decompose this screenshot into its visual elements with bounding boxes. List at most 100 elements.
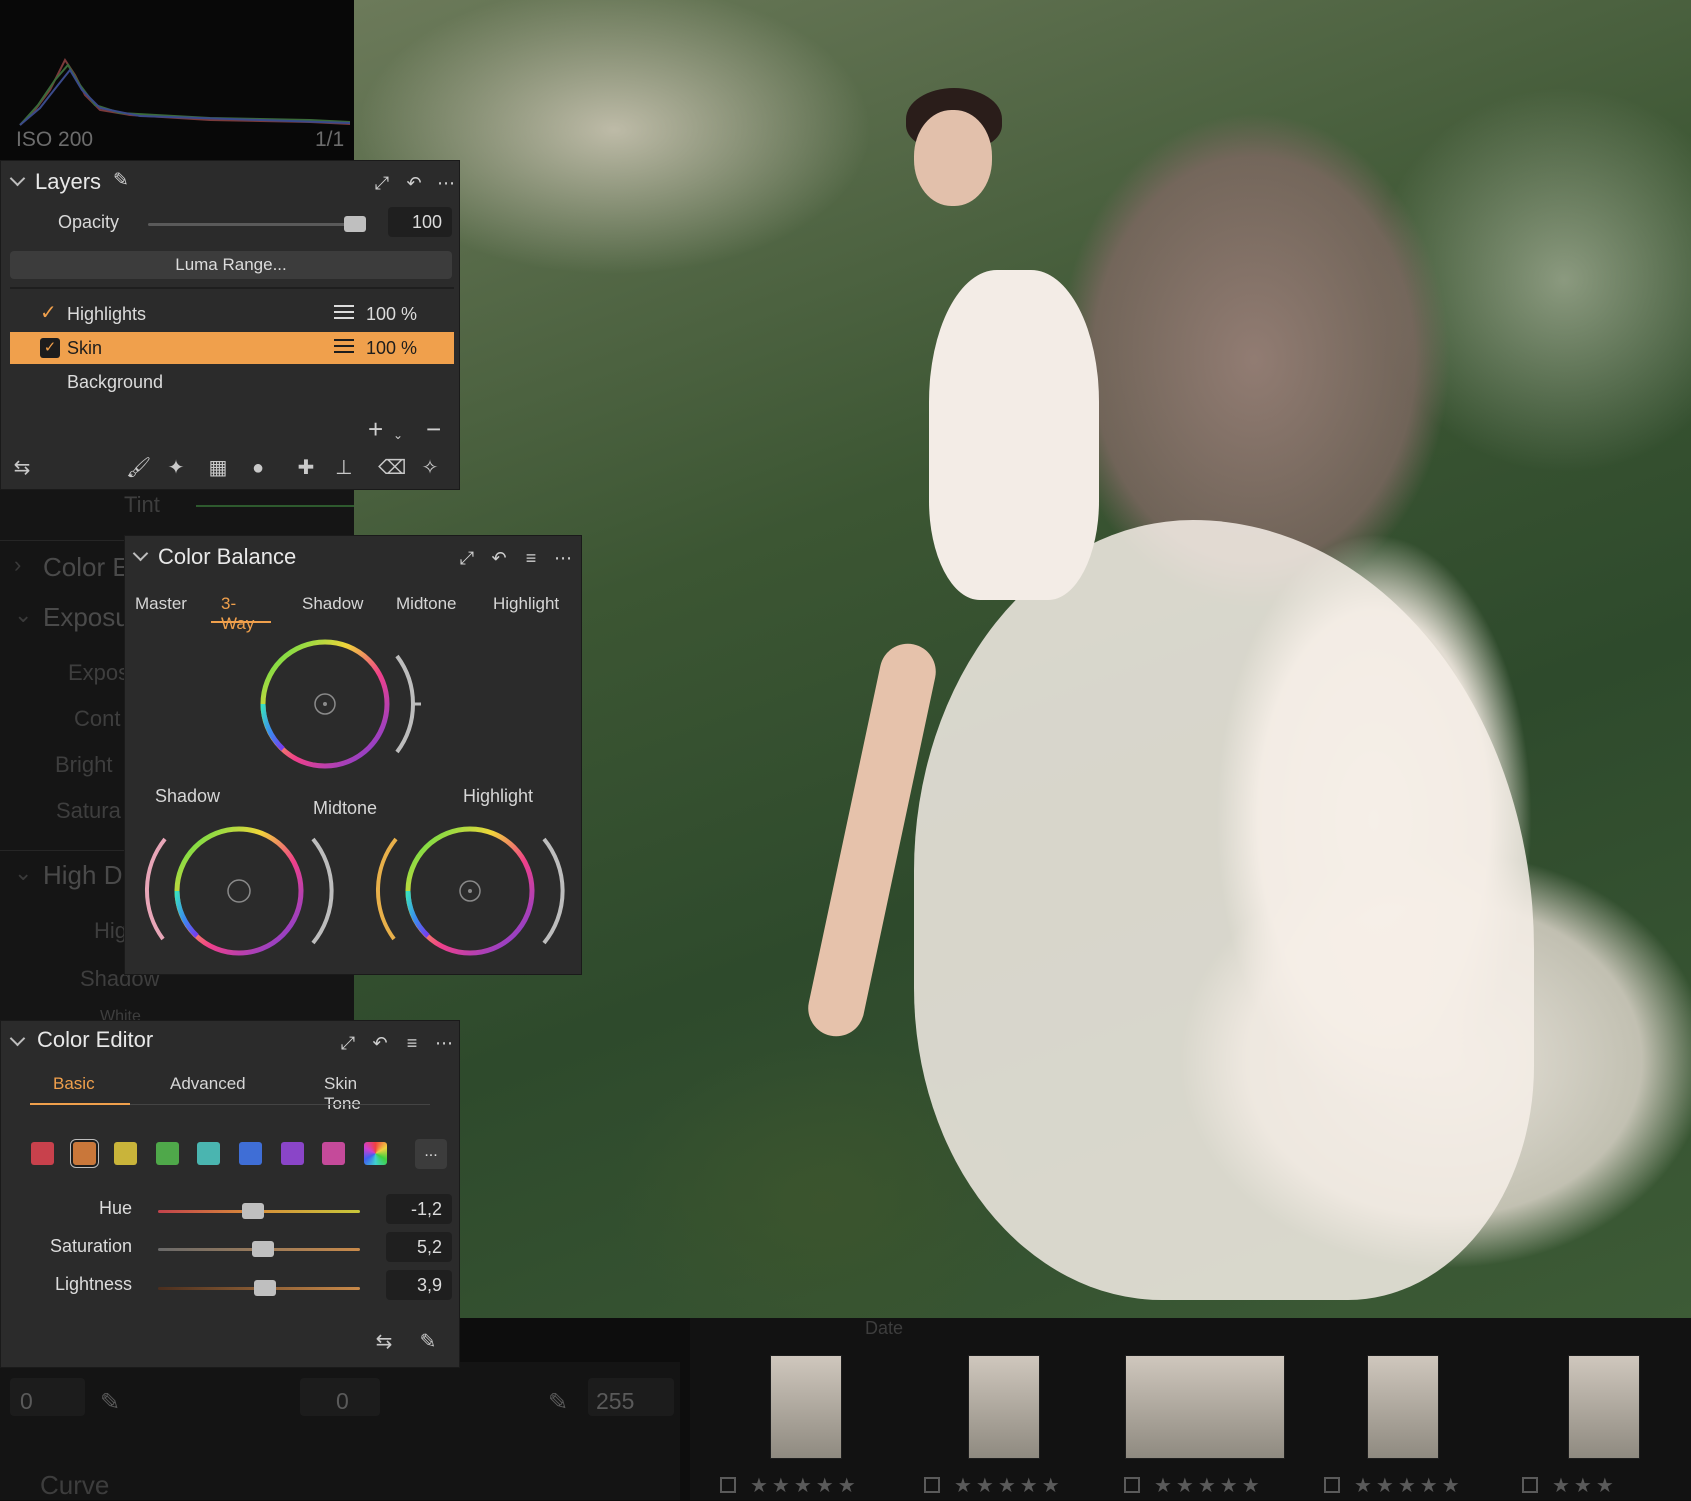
hdr-panel-header[interactable]: High D (43, 860, 122, 891)
filmstrip-thumbnail[interactable] (968, 1355, 1040, 1459)
edit-pencil-icon[interactable]: ✎ (113, 169, 129, 192)
rating-stars[interactable]: ★★★★★ (720, 1473, 860, 1498)
opacity-slider-knob[interactable] (344, 216, 367, 232)
tab-midtone[interactable]: Midtone (396, 594, 456, 614)
opacity-value-field[interactable]: 100 (388, 207, 452, 237)
checkbox-icon[interactable]: ✓ (40, 338, 60, 358)
eyedropper-icon[interactable]: ✎ (548, 1388, 568, 1417)
more-icon[interactable]: ⋯ (435, 1033, 453, 1054)
tab-highlight[interactable]: Highlight (493, 594, 559, 614)
color-swatch[interactable] (281, 1142, 304, 1165)
eraser-icon[interactable]: ⌫ (378, 456, 406, 480)
layer-row-skin[interactable]: ✓ Skin 100 % (10, 332, 454, 364)
levels-mid: 0 (336, 1388, 349, 1414)
layer-row-highlights[interactable]: ✓ Highlights 100 % (10, 298, 454, 330)
tab-skin-tone[interactable]: Skin Tone (324, 1074, 361, 1114)
opacity-slider[interactable] (148, 223, 366, 226)
color-swatch[interactable] (114, 1142, 137, 1165)
tab-3-way[interactable]: 3-Way (221, 594, 254, 634)
color-panel-header[interactable]: Color E (43, 552, 130, 583)
menu-icon[interactable]: ≡ (522, 548, 540, 569)
auto-mask-brush-icon[interactable]: ✦ (164, 456, 188, 480)
saturation-value-field[interactable]: 5,2 (386, 1232, 452, 1262)
exposure-panel-header[interactable]: Exposu (43, 602, 130, 633)
color-balance-panel: Color Balance ⤢ ↶ ≡ ⋯ Master 3-Way Shado… (124, 535, 582, 975)
brush-icon[interactable]: 🖌 (126, 456, 151, 480)
rating-stars[interactable]: ★★★★★ (1324, 1473, 1464, 1498)
luma-range-button[interactable]: Luma Range... (10, 251, 452, 279)
sliders-icon[interactable] (334, 304, 354, 320)
more-icon[interactable]: ⋯ (554, 548, 572, 569)
midtone-color-wheel[interactable] (255, 634, 455, 784)
color-swatch[interactable] (71, 1140, 98, 1167)
saturation-slider-knob[interactable] (252, 1241, 275, 1257)
filmstrip-sort-label[interactable]: Date (690, 1318, 1691, 1340)
filmstrip-thumbnail[interactable] (770, 1355, 842, 1459)
hue-value-field[interactable]: -1,2 (386, 1194, 452, 1224)
active-tab-indicator (30, 1103, 130, 1105)
reset-icon[interactable]: ↶ (371, 1033, 389, 1054)
layer-row-background[interactable]: Background (10, 366, 454, 398)
tint-slider[interactable] (196, 505, 354, 507)
more-colors-button[interactable]: ... (415, 1139, 447, 1169)
swap-icon[interactable]: ⇆ (372, 1330, 396, 1354)
color-swatch[interactable] (31, 1142, 54, 1165)
color-swatch[interactable] (197, 1142, 220, 1165)
filmstrip-thumbnail[interactable] (1568, 1355, 1640, 1459)
layers-title: Layers (35, 169, 102, 194)
filmstrip-thumbnail[interactable] (1125, 1355, 1285, 1459)
all-colors-swatch-icon[interactable] (364, 1142, 387, 1165)
reset-icon[interactable]: ↶ (405, 173, 423, 194)
layer-opacity: 100 % (366, 338, 418, 358)
clone-stamp-icon[interactable]: ⊥ (332, 456, 356, 480)
swap-icon[interactable]: ⇆ (10, 456, 34, 480)
tab-basic[interactable]: Basic (53, 1074, 95, 1094)
highlight-color-wheel[interactable] (372, 811, 572, 961)
lightness-slider-knob[interactable] (254, 1280, 277, 1296)
menu-icon[interactable]: ≡ (403, 1033, 421, 1054)
layers-header: Layers ✎ ⤢ ↶ ⋯ (1, 161, 459, 207)
add-layer-icon[interactable]: + (368, 414, 383, 445)
rating-stars[interactable]: ★★★ (1522, 1473, 1618, 1498)
collapse-chevron-icon[interactable] (9, 1030, 26, 1047)
expand-chevron-icon[interactable]: ⌄ (14, 602, 32, 628)
expand-icon[interactable]: ⤢ (373, 173, 391, 194)
expand-icon[interactable]: ⤢ (458, 548, 476, 569)
magic-eraser-icon[interactable]: ✧ (418, 456, 442, 480)
shadow-color-wheel[interactable] (141, 811, 341, 961)
rating-stars[interactable]: ★★★★★ (1124, 1473, 1264, 1498)
tab-advanced[interactable]: Advanced (170, 1074, 246, 1094)
expand-icon[interactable]: ⤢ (339, 1033, 357, 1054)
chevron-down-icon[interactable]: ⌄ (393, 428, 403, 442)
remove-layer-icon[interactable]: − (426, 414, 441, 445)
active-tab-indicator (211, 621, 271, 623)
histogram-graph (19, 58, 350, 126)
lightness-value-field[interactable]: 3,9 (386, 1270, 452, 1300)
exposure-item: Expos (68, 660, 130, 685)
tab-master[interactable]: Master (135, 594, 187, 614)
opacity-label: Opacity (58, 212, 120, 232)
filmstrip-thumbnail[interactable] (1367, 1355, 1439, 1459)
eyedropper-icon[interactable]: ✎ (100, 1388, 120, 1417)
tab-shadow[interactable]: Shadow (302, 594, 363, 614)
color-picker-icon[interactable]: ✎ (416, 1330, 440, 1354)
collapse-chevron-icon[interactable] (132, 545, 149, 562)
color-swatch[interactable] (156, 1142, 179, 1165)
hue-slider-knob[interactable] (241, 1203, 264, 1219)
collapse-chevron-icon[interactable] (9, 170, 26, 187)
sliders-icon[interactable] (334, 338, 354, 354)
heal-brush-icon[interactable]: ✚ (294, 456, 318, 480)
color-swatch[interactable] (239, 1142, 262, 1165)
radial-gradient-icon[interactable]: ● (246, 456, 270, 480)
curve-panel-header[interactable]: Curve (40, 1470, 109, 1501)
collapse-chevron-icon[interactable]: › (14, 552, 21, 578)
expand-chevron-icon[interactable]: ⌄ (14, 860, 32, 886)
checkmark-icon[interactable]: ✓ (40, 303, 57, 323)
divider (10, 287, 454, 289)
reset-icon[interactable]: ↶ (490, 548, 508, 569)
rating-stars[interactable]: ★★★★★ (924, 1473, 1064, 1498)
more-icon[interactable]: ⋯ (437, 173, 455, 194)
linear-gradient-icon[interactable]: ▦ (206, 456, 230, 480)
color-swatch[interactable] (322, 1142, 345, 1165)
histogram: ISO 200 1/1 (0, 0, 354, 160)
